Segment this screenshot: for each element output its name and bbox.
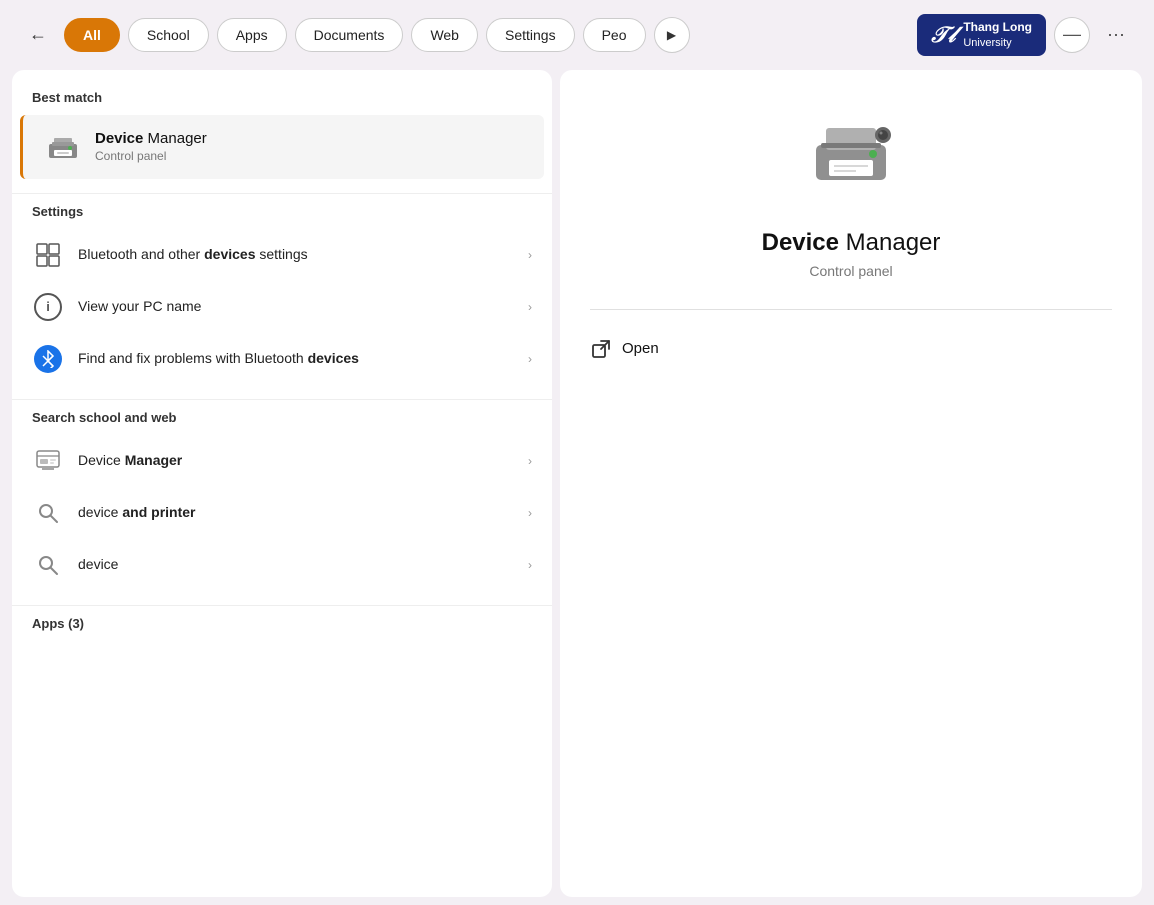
device-printer-text: device and printer xyxy=(78,503,514,523)
university-logo: 𝒯𝓁 xyxy=(931,22,955,48)
tab-peo[interactable]: Peo xyxy=(583,18,646,52)
chevron-icon: › xyxy=(528,558,532,572)
chevron-icon: › xyxy=(528,352,532,366)
topbar: ← All School Apps Documents Web Settings… xyxy=(0,0,1154,70)
device-manager-svg-icon xyxy=(44,128,82,166)
best-match-subtitle: Control panel xyxy=(95,149,524,163)
preview-subtitle: Control panel xyxy=(809,263,892,279)
tab-settings[interactable]: Settings xyxy=(486,18,575,52)
settings-section-label: Settings xyxy=(12,204,552,229)
device-manager-web-text: Device Manager xyxy=(78,451,514,471)
pc-name-text: View your PC name xyxy=(78,297,514,317)
play-icon: ▶ xyxy=(667,28,676,42)
open-label: Open xyxy=(622,340,659,357)
search-icon xyxy=(32,549,64,581)
preview-divider xyxy=(590,309,1112,310)
chevron-icon: › xyxy=(528,300,532,314)
tab-apps[interactable]: Apps xyxy=(217,18,287,52)
university-name: Thang Long University xyxy=(963,20,1032,50)
bluetooth-devices-text: Bluetooth and other devices settings xyxy=(78,245,514,265)
preview-device-manager-icon xyxy=(801,110,901,200)
tab-school[interactable]: School xyxy=(128,18,209,52)
search-web-label: Search school and web xyxy=(12,410,552,435)
open-button[interactable]: Open xyxy=(590,330,1112,368)
search-item-device-manager[interactable]: Device Manager › xyxy=(12,435,552,487)
web-page-icon xyxy=(32,445,64,477)
apps-section-label: Apps (3) xyxy=(12,616,552,641)
play-button[interactable]: ▶ xyxy=(654,17,690,53)
back-button[interactable]: ← xyxy=(20,17,56,53)
settings-item-bluetooth-devices[interactable]: Bluetooth and other devices settings › xyxy=(12,229,552,281)
bluetooth-fix-text: Find and fix problems with Bluetooth dev… xyxy=(78,349,514,369)
chevron-icon: › xyxy=(528,454,532,468)
external-link-icon xyxy=(590,338,612,360)
best-match-title: Device Manager xyxy=(95,130,524,147)
preview-title: Device Manager xyxy=(762,229,941,257)
bluetooth-icon xyxy=(32,343,64,375)
more-icon: ··· xyxy=(1107,24,1125,45)
gear-icon xyxy=(32,239,64,271)
preview-icon xyxy=(801,110,901,205)
more-options-button[interactable]: ··· xyxy=(1098,17,1134,53)
best-match-label: Best match xyxy=(12,90,552,115)
minimize-icon: — xyxy=(1063,24,1081,45)
left-panel: Best match Device Manager Control panel xyxy=(12,70,552,897)
tab-documents[interactable]: Documents xyxy=(295,18,404,52)
back-icon: ← xyxy=(29,24,47,45)
info-icon: i xyxy=(32,291,64,323)
right-panel: Device Manager Control panel Open xyxy=(560,70,1142,897)
search-item-device-printer[interactable]: device and printer › xyxy=(12,487,552,539)
main-content: Best match Device Manager Control panel xyxy=(0,70,1154,905)
tab-all[interactable]: All xyxy=(64,18,120,52)
chevron-icon: › xyxy=(528,248,532,262)
minimize-button[interactable]: — xyxy=(1054,17,1090,53)
search-icon xyxy=(32,497,64,529)
search-item-device[interactable]: device › xyxy=(12,539,552,591)
settings-item-bluetooth-fix[interactable]: Find and fix problems with Bluetooth dev… xyxy=(12,333,552,385)
chevron-icon: › xyxy=(528,506,532,520)
best-match-item[interactable]: Device Manager Control panel xyxy=(20,115,544,179)
university-badge[interactable]: 𝒯𝓁 Thang Long University xyxy=(917,14,1046,56)
best-match-text: Device Manager Control panel xyxy=(95,130,524,163)
device-text: device xyxy=(78,555,514,575)
settings-item-pc-name[interactable]: i View your PC name › xyxy=(12,281,552,333)
tab-web[interactable]: Web xyxy=(411,18,478,52)
device-manager-icon xyxy=(43,127,83,167)
